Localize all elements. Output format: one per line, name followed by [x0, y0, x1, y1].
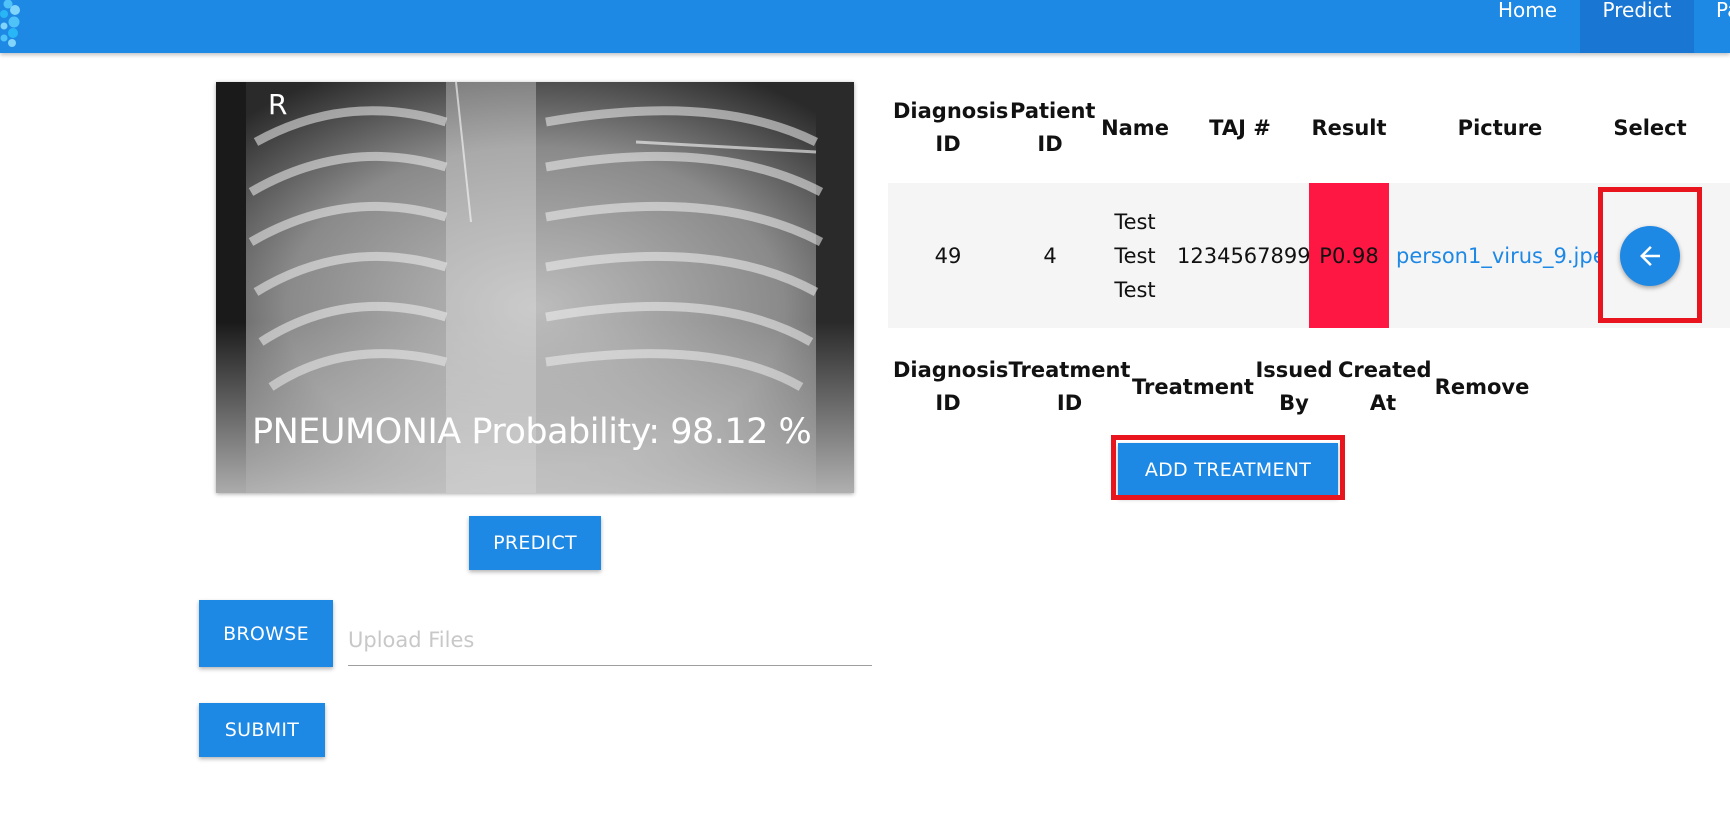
- predict-button[interactable]: PREDICT: [469, 516, 601, 570]
- header-treatment: Treatment: [1132, 375, 1254, 399]
- submit-button[interactable]: SUBMIT: [199, 703, 325, 757]
- header-select: Select: [1613, 116, 1687, 140]
- header-taj: TAJ #: [1209, 116, 1271, 140]
- nav-predict[interactable]: Predict: [1580, 0, 1694, 53]
- header-treatment-diagnosis-id: Diagnosis ID: [893, 358, 1009, 415]
- cell-name: Test Test Test: [1114, 210, 1156, 302]
- header-issued-by: Issued By: [1255, 358, 1333, 415]
- cell-patient-id: 4: [1043, 244, 1057, 268]
- header-diagnosis-id: Diagnosis ID: [893, 99, 1009, 156]
- header-result: Result: [1311, 116, 1387, 140]
- nav-truncated-item[interactable]: Pa: [1716, 0, 1730, 53]
- select-highlight-box: [1598, 187, 1702, 323]
- browse-button[interactable]: BROWSE: [199, 600, 333, 667]
- add-treatment-highlight-box: [1111, 435, 1345, 500]
- xray-image: R PNEUMONIA Probability: 98.12 %: [216, 82, 854, 493]
- picture-link[interactable]: person1_virus_9.jpeg: [1396, 239, 1598, 273]
- app-bar: Home Predict Pa: [0, 0, 1730, 53]
- cell-diagnosis-id: 49: [934, 244, 962, 268]
- prediction-caption: PNEUMONIA Probability: 98.12 %: [252, 412, 812, 452]
- header-name: Name: [1101, 116, 1169, 140]
- header-patient-id: Patient ID: [1010, 99, 1096, 156]
- cell-taj: 1234567899: [1177, 244, 1311, 268]
- xray-side-marker: R: [268, 88, 288, 121]
- dots-logo-icon[interactable]: [0, 0, 30, 50]
- upload-files-input[interactable]: [348, 614, 872, 666]
- nav-home[interactable]: Home: [1485, 0, 1570, 53]
- header-picture: Picture: [1457, 116, 1543, 140]
- header-remove: Remove: [1434, 375, 1530, 399]
- header-created-at: Created At: [1338, 358, 1432, 415]
- cell-result: P0.98: [1319, 244, 1379, 268]
- header-treatment-id: Treatment ID: [1008, 358, 1131, 415]
